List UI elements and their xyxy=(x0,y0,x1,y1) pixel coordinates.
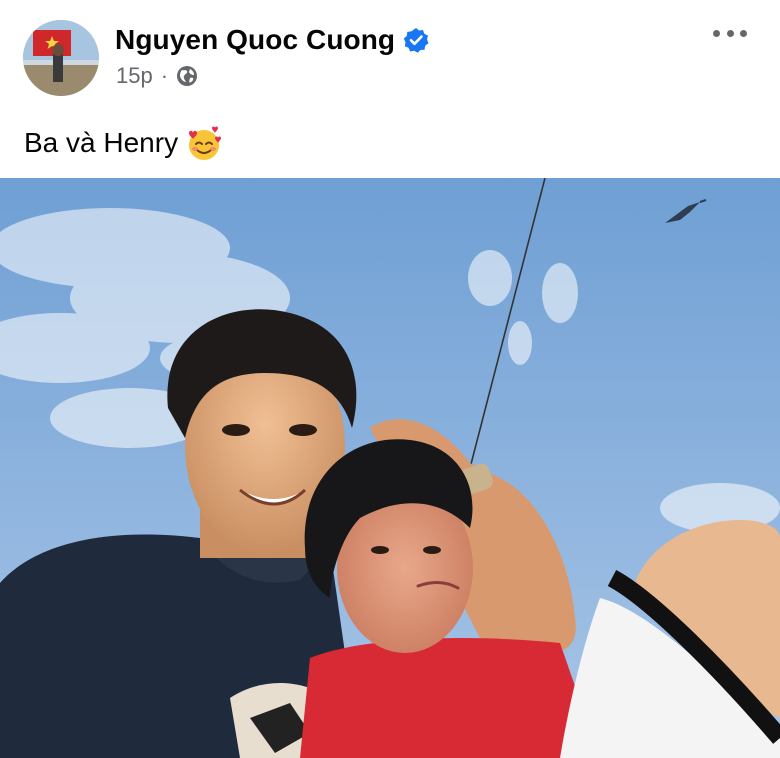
smiling-face-with-hearts-emoji xyxy=(185,124,223,162)
caption-text: Ba và Henry xyxy=(24,127,179,158)
globe-icon[interactable] xyxy=(176,65,198,87)
more-dot xyxy=(726,29,734,37)
meta-separator: · xyxy=(160,63,169,88)
author-row: Nguyen Quoc Cuong xyxy=(115,20,429,60)
more-dot xyxy=(740,29,747,37)
post-meta: 15p · xyxy=(116,63,198,89)
post-header: Nguyen Quoc Cuong 15p · xyxy=(0,0,780,110)
avatar[interactable] xyxy=(23,20,99,96)
verified-badge-icon xyxy=(403,27,429,53)
post-time[interactable]: 15p xyxy=(116,63,153,89)
more-dot xyxy=(713,29,720,37)
post-caption: Ba và Henry xyxy=(24,124,223,162)
post-photo[interactable] xyxy=(0,178,780,758)
author-name[interactable]: Nguyen Quoc Cuong xyxy=(115,24,395,56)
more-options-icon[interactable] xyxy=(713,22,747,44)
